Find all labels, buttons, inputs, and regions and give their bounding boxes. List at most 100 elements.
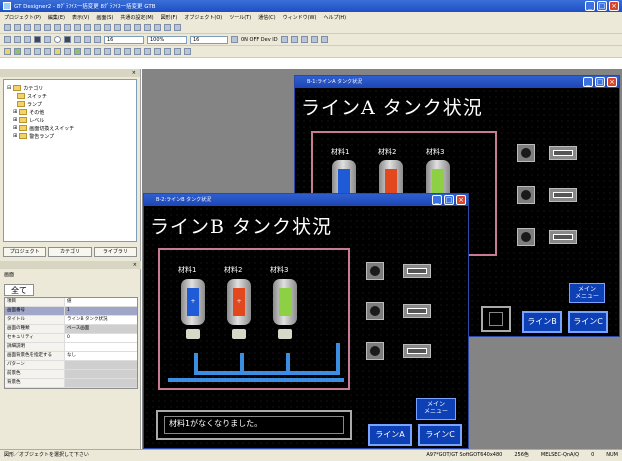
level-icon[interactable]	[124, 48, 131, 55]
tank[interactable]: +	[181, 279, 205, 325]
font-size-select[interactable]: 16	[104, 35, 144, 44]
tab-library[interactable]: ライブラリ	[93, 247, 137, 257]
alarm-history-icon[interactable]	[84, 48, 91, 55]
arc-icon[interactable]	[74, 36, 81, 43]
screen-canvas[interactable]: ラインB タンク状況 材料1 材料2 材料3 + + 材料1がなくなりました。 …	[144, 206, 468, 448]
valve[interactable]	[232, 329, 246, 339]
bar-graph-icon[interactable]	[154, 48, 161, 55]
lamp[interactable]	[517, 144, 535, 162]
minimize-button[interactable]: _	[585, 1, 595, 11]
property-row[interactable]: 画面背景色を指定する なし	[5, 352, 137, 361]
line-c-button[interactable]: ラインC	[418, 424, 462, 446]
tank[interactable]	[273, 279, 297, 325]
grid-icon[interactable]	[104, 24, 111, 31]
bit-switch-icon[interactable]	[4, 48, 11, 55]
switch-button[interactable]	[403, 344, 431, 358]
library-icon[interactable]	[154, 24, 161, 31]
tank[interactable]: +	[227, 279, 251, 325]
line-c-button[interactable]: ラインC	[568, 311, 608, 333]
tree-pane-header[interactable]: ×	[0, 69, 140, 77]
word-switch-icon[interactable]	[14, 48, 21, 55]
lamp[interactable]	[517, 186, 535, 204]
panel-meter-icon[interactable]	[114, 48, 121, 55]
screen-title-bar[interactable]: B-2:ラインB タンク状況 _ □ ×	[144, 194, 468, 206]
parts-icon[interactable]	[104, 48, 111, 55]
property-row[interactable]: セキュリティ 0	[5, 334, 137, 343]
property-row[interactable]: 画面の種類 ベース画面	[5, 325, 137, 334]
menu-tool[interactable]: ツール(T)	[229, 14, 251, 21]
maximize-button[interactable]: □	[597, 1, 607, 11]
circle-icon[interactable]	[54, 36, 61, 43]
align-icon[interactable]	[134, 24, 141, 31]
group-icon[interactable]	[144, 24, 151, 31]
menu-figure[interactable]: 図形(F)	[161, 14, 178, 21]
undo-icon[interactable]	[74, 24, 81, 31]
minimize-button[interactable]: _	[432, 195, 442, 205]
touch-icon[interactable]	[184, 48, 191, 55]
size-select[interactable]: 16	[190, 35, 228, 44]
menu-common[interactable]: 共通の設定(M)	[120, 14, 153, 21]
save-icon[interactable]	[24, 24, 31, 31]
tool-b-icon[interactable]	[290, 36, 298, 43]
menu-view[interactable]: 表示(V)	[72, 14, 89, 21]
tree-item-lamp[interactable]: ランプ	[7, 100, 133, 108]
text-icon[interactable]	[84, 36, 91, 43]
screen-title-bar[interactable]: B-1:ラインA タンク状況 _ □ ×	[295, 76, 619, 88]
main-menu-button[interactable]: メイン メニュー	[569, 283, 605, 303]
tree-item-switch[interactable]: スイッチ	[7, 92, 133, 100]
switch-button[interactable]	[549, 146, 577, 160]
lamp-icon[interactable]	[24, 48, 31, 55]
polygon-icon[interactable]	[44, 36, 51, 43]
tool-c-icon[interactable]	[300, 36, 308, 43]
polyline-icon[interactable]	[14, 36, 21, 43]
redo-icon[interactable]	[84, 24, 91, 31]
menu-project[interactable]: プロジェクト(P)	[4, 14, 41, 21]
lamp[interactable]	[517, 228, 535, 246]
menu-communication[interactable]: 通信(C)	[258, 14, 275, 21]
lamp[interactable]	[366, 302, 384, 320]
print-icon[interactable]	[34, 24, 41, 31]
numeric-display-icon[interactable]	[34, 48, 41, 55]
tool-e-icon[interactable]	[320, 36, 328, 43]
tool-a-icon[interactable]	[280, 36, 288, 43]
trend-graph-icon[interactable]	[134, 48, 141, 55]
arrow-icon[interactable]	[174, 24, 181, 31]
tool-d-icon[interactable]	[310, 36, 318, 43]
lamp[interactable]	[366, 262, 384, 280]
close-button[interactable]: ×	[609, 1, 619, 11]
line-graph-icon[interactable]	[144, 48, 151, 55]
switch-button[interactable]	[403, 304, 431, 318]
tree-root[interactable]: ⊟ カテゴリ	[7, 84, 133, 92]
maximize-button[interactable]: □	[444, 195, 454, 205]
main-menu-button[interactable]: メイン メニュー	[416, 398, 456, 420]
menu-screen[interactable]: 画面(S)	[96, 14, 113, 21]
property-row[interactable]: パターン	[5, 361, 137, 370]
scatter-graph-icon[interactable]	[164, 48, 171, 55]
tree-item-other[interactable]: ⊞ その他	[7, 108, 133, 116]
numeric-input-icon[interactable]	[44, 48, 51, 55]
valve[interactable]	[186, 329, 200, 339]
menu-object[interactable]: オブジェクト(O)	[184, 14, 222, 21]
menu-edit[interactable]: 編集(E)	[48, 14, 65, 21]
maximize-button[interactable]: □	[595, 77, 605, 87]
line-b-button[interactable]: ラインB	[522, 311, 562, 333]
layer-icon[interactable]	[124, 24, 131, 31]
paste-icon[interactable]	[64, 24, 71, 31]
screen-window-line-b[interactable]: B-2:ラインB タンク状況 _ □ × ラインB タンク状況 材料1 材料2 …	[143, 193, 469, 449]
valve[interactable]	[278, 329, 292, 339]
switch-button[interactable]	[549, 188, 577, 202]
tab-project[interactable]: プロジェクト	[3, 247, 47, 257]
image-icon[interactable]	[94, 36, 101, 43]
property-row[interactable]: 詳細説明	[5, 343, 137, 352]
lamp[interactable]	[366, 342, 384, 360]
menu-window[interactable]: ウィンドウ(W)	[283, 14, 317, 21]
tree-item-screen-switch[interactable]: ⊞ 画面切換えスイッチ	[7, 124, 133, 132]
statistics-icon[interactable]	[174, 48, 181, 55]
property-row[interactable]: タイトル ラインB タンク状況	[5, 316, 137, 325]
zoom-icon[interactable]	[114, 24, 121, 31]
comment-icon[interactable]	[74, 48, 81, 55]
ascii-display-icon[interactable]	[54, 48, 61, 55]
color-icon[interactable]	[231, 36, 238, 43]
fill-circle-icon[interactable]	[64, 36, 71, 43]
property-row[interactable]: 背景色	[5, 379, 137, 388]
